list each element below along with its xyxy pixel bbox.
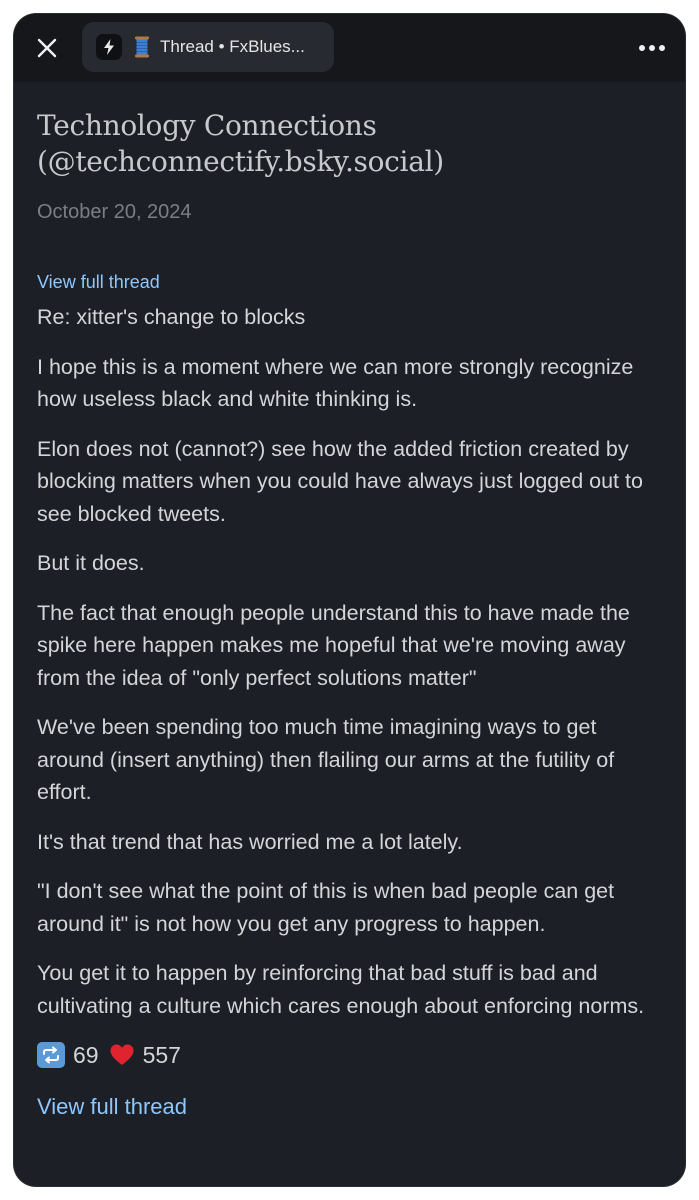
post-paragraph: You get it to happen by reinforcing that… xyxy=(37,961,645,1018)
repost-count: 69 xyxy=(73,1042,99,1068)
post-body: Re: xitter's change to blocks I hope thi… xyxy=(37,301,667,1022)
tab-title: Thread • FxBlues... xyxy=(160,37,305,56)
post-paragraph: Re: xitter's change to blocks xyxy=(37,305,306,329)
thread-spool-icon xyxy=(135,36,149,58)
post-content: Technology Connections (@techconnectify.… xyxy=(37,108,667,1121)
more-icon xyxy=(659,45,665,51)
tab-thread[interactable]: Thread • FxBlues... xyxy=(82,22,334,72)
post-paragraph: But it does. xyxy=(37,551,145,575)
like-count: 557 xyxy=(142,1042,181,1068)
heart-icon xyxy=(110,1044,134,1065)
post-paragraph: Elon does not (cannot?) see how the adde… xyxy=(37,436,643,526)
post-stats: 69 557 xyxy=(37,1040,667,1070)
top-bar: Thread • FxBlues... xyxy=(14,14,685,82)
post-paragraph: We've been spending too much time imagin… xyxy=(37,715,615,804)
more-icon xyxy=(649,45,655,51)
bolt-icon xyxy=(104,39,114,55)
post-author: Technology Connections (@techconnectify.… xyxy=(37,109,444,178)
more-button[interactable] xyxy=(632,33,672,63)
post-paragraph: "I don't see what the point of this is w… xyxy=(37,879,615,936)
more-icon xyxy=(639,45,645,51)
view-full-thread-link-top[interactable]: View full thread xyxy=(37,271,667,293)
app-window: Thread • FxBlues... Technology Connectio… xyxy=(14,14,685,1186)
view-full-thread-link-bottom[interactable]: View full thread xyxy=(37,1093,667,1121)
post-paragraph: The fact that enough people understand t… xyxy=(37,600,630,690)
close-icon xyxy=(37,38,57,58)
close-button[interactable] xyxy=(32,33,62,63)
post-paragraph: I hope this is a moment where we can mor… xyxy=(37,354,634,412)
post-date: October 20, 2024 xyxy=(37,201,192,223)
repost-icon xyxy=(37,1042,65,1068)
post-paragraph: It's that trend that has worried me a lo… xyxy=(37,829,463,854)
bolt-badge xyxy=(96,34,122,60)
